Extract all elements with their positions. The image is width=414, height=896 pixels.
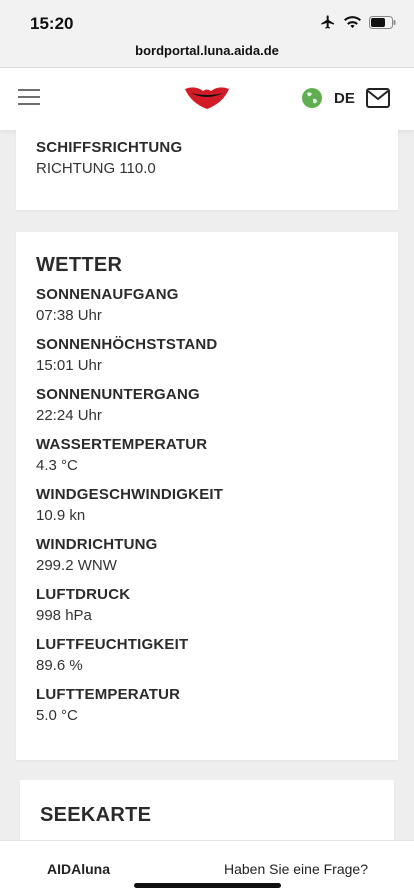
question-link[interactable]: Haben Sie eine Frage? (224, 861, 368, 877)
weather-item-label: WASSERTEMPERATUR (36, 436, 208, 453)
weather-item-value: 89.6 % (36, 657, 83, 674)
ship-direction-card: SCHIFFSRICHTUNG RICHTUNG 110.0 (16, 130, 398, 210)
wifi-icon (344, 15, 361, 28)
airplane-icon (321, 15, 334, 29)
weather-item-label: LUFTDRUCK (36, 586, 131, 603)
weather-item-label: WINDGESCHWINDIGKEIT (36, 486, 224, 503)
home-indicator[interactable] (134, 883, 281, 888)
ship-direction-label: SCHIFFSRICHTUNG (36, 139, 183, 156)
weather-item-value: 299.2 WNW (36, 557, 117, 574)
weather-item: SONNENUNTERGANG 22:24 Uhr (36, 385, 223, 435)
weather-item: SONNENAUFGANG 07:38 Uhr (36, 285, 223, 335)
status-icons (320, 14, 396, 30)
ship-direction-value: RICHTUNG 110.0 (36, 160, 156, 177)
status-time: 15:20 (30, 14, 74, 33)
weather-item-label: SONNENHÖCHSTSTAND (36, 336, 218, 353)
weather-item-label: WINDRICHTUNG (36, 536, 158, 553)
globe-icon[interactable] (301, 87, 323, 109)
sea-chart-title: SEEKARTE (40, 804, 152, 826)
weather-item-label: SONNENAUFGANG (36, 286, 179, 303)
mail-icon[interactable] (366, 88, 390, 108)
weather-item-value: 5.0 °C (36, 707, 78, 724)
browser-status-bar: 15:20 bordportal.luna.aida.de (0, 0, 414, 68)
weather-item-value: 10.9 kn (36, 507, 86, 524)
weather-item-label: SONNENUNTERGANG (36, 386, 200, 403)
weather-item-label: LUFTFEUCHTIGKEIT (36, 636, 189, 653)
weather-item: LUFTFEUCHTIGKEIT 89.6 % (36, 635, 223, 685)
sea-chart-card: SEEKARTE (20, 780, 394, 840)
battery-icon (369, 15, 396, 29)
hamburger-icon[interactable] (18, 89, 40, 107)
ship-name: AIDAluna (47, 861, 110, 877)
weather-item: WINDRICHTUNG 299.2 WNW (36, 535, 223, 585)
weather-item: LUFTDRUCK 998 hPa (36, 585, 223, 635)
weather-item-value: 4.3 °C (36, 457, 78, 474)
language-selector[interactable]: DE (334, 90, 355, 107)
url-bar[interactable]: bordportal.luna.aida.de (0, 43, 414, 58)
weather-item: SONNENHÖCHSTSTAND 15:01 Uhr (36, 335, 223, 385)
aida-lips-logo[interactable] (183, 83, 231, 113)
weather-title: WETTER (36, 254, 123, 276)
weather-item-value: 22:24 Uhr (36, 407, 102, 424)
weather-item-value: 07:38 Uhr (36, 307, 102, 324)
weather-item: WASSERTEMPERATUR 4.3 °C (36, 435, 223, 485)
weather-card: WETTER SONNENAUFGANG 07:38 Uhr SONNENHÖCH… (16, 232, 398, 760)
weather-item: WINDGESCHWINDIGKEIT 10.9 kn (36, 485, 223, 535)
weather-item: LUFTTEMPERATUR 5.0 °C (36, 685, 223, 735)
weather-item-value: 998 hPa (36, 607, 92, 624)
weather-item-label: LUFTTEMPERATUR (36, 686, 181, 703)
weather-item-value: 15:01 Uhr (36, 357, 102, 374)
app-header: DE (0, 68, 414, 130)
